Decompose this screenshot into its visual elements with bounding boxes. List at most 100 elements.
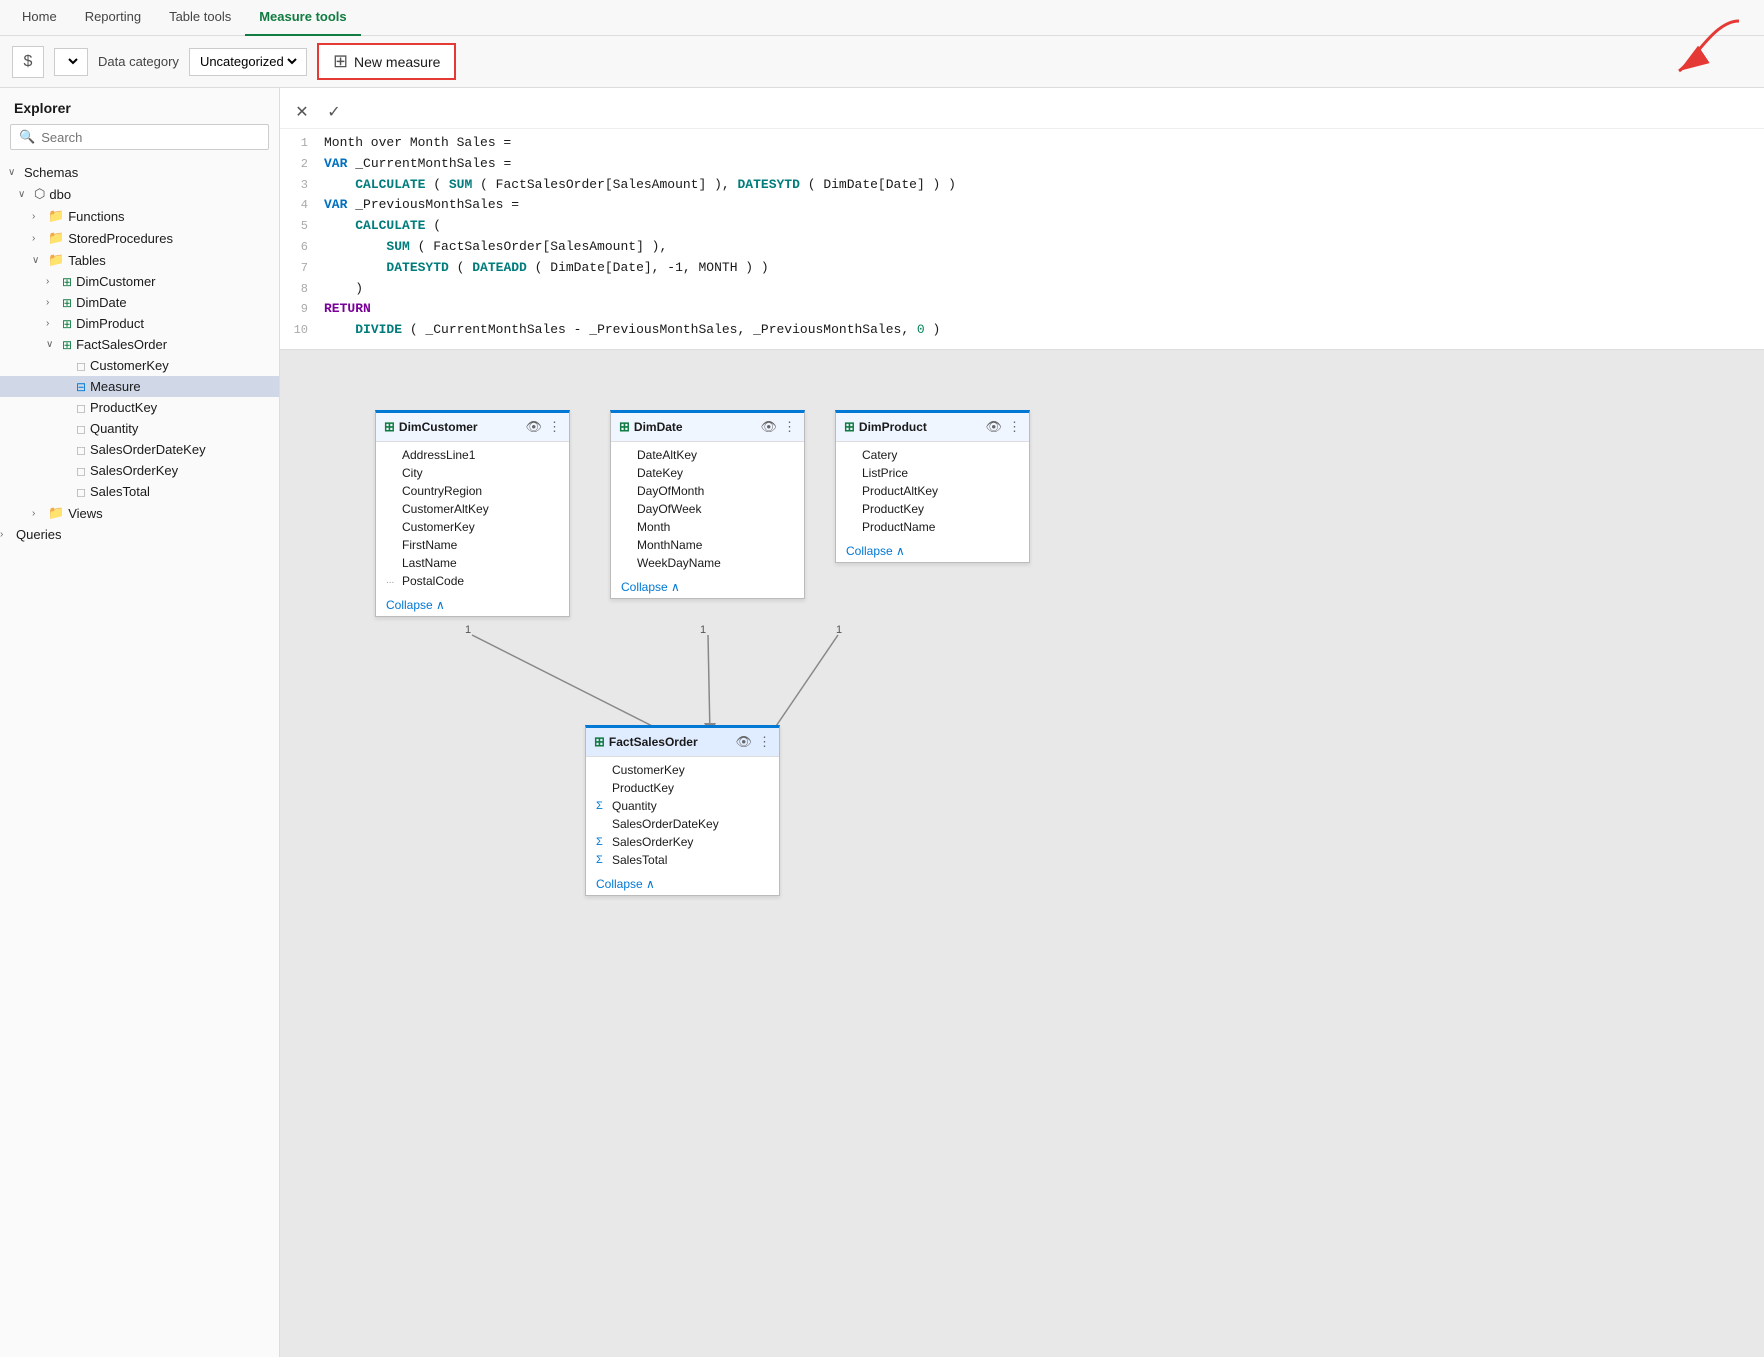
tree-item-functions[interactable]: › 📁 Functions	[0, 205, 279, 227]
dbo-label: dbo	[49, 187, 71, 202]
top-nav: Home Reporting Table tools Measure tools	[0, 0, 1764, 36]
dimdate-title: ⊞ DimDate	[619, 419, 683, 435]
more-icon[interactable]: ⋮	[783, 419, 796, 435]
code-line-3: 3 CALCULATE ( SUM ( FactSalesOrder[Sales…	[288, 175, 1756, 196]
field-icon: ◻	[76, 464, 86, 478]
new-measure-button[interactable]: ⊞ New measure	[317, 43, 456, 80]
fso-quantity: ΣQuantity	[586, 797, 779, 815]
chevron-icon: ∨	[8, 167, 20, 178]
format-select[interactable]	[61, 53, 81, 70]
tree-item-dimdate[interactable]: › ⊞ DimDate	[0, 292, 279, 313]
chevron-icon: ›	[46, 297, 58, 308]
dimproduct-actions[interactable]: 👁 ⋮	[985, 419, 1021, 435]
format-dropdown[interactable]	[54, 48, 88, 76]
dimdate-collapse[interactable]: Collapse ∧	[611, 576, 804, 598]
field-firstname: FirstName	[376, 536, 569, 554]
nav-tab-reporting[interactable]: Reporting	[71, 0, 155, 36]
confirm-btn[interactable]: ✓	[322, 100, 346, 124]
fso-salesorderkey: ΣSalesOrderKey	[586, 833, 779, 851]
main-layout: Explorer 🔍 ∨ Schemas ∨ ⬡ dbo › 📁 Functio…	[0, 88, 1764, 1357]
eye-icon[interactable]: 👁	[735, 734, 752, 750]
tree-item-salesorderdatekey[interactable]: ◻ SalesOrderDateKey	[0, 439, 279, 460]
dimproduct-body: Catery ListPrice ProductAltKey ProductKe…	[836, 442, 1029, 540]
dimproduct-header: ⊞ DimProduct 👁 ⋮	[836, 413, 1029, 442]
tree-item-factsalesorder[interactable]: ∨ ⊞ FactSalesOrder	[0, 334, 279, 355]
measure-icon: ⊟	[76, 380, 86, 394]
new-measure-label: New measure	[354, 54, 440, 70]
tree-item-tables[interactable]: ∨ 📁 Tables	[0, 249, 279, 271]
more-icon[interactable]: ⋮	[1008, 419, 1021, 435]
field-productkey: ProductKey	[836, 500, 1029, 518]
tree-item-views[interactable]: › 📁 Views	[0, 502, 279, 524]
eye-icon[interactable]: 👁	[525, 419, 542, 435]
field-customerkey: CustomerKey	[376, 518, 569, 536]
nav-tab-measure-tools[interactable]: Measure tools	[245, 0, 360, 36]
new-measure-icon: ⊞	[333, 51, 348, 72]
field-icon: ◻	[76, 359, 86, 373]
table-card-dimcustomer: ⊞ DimCustomer 👁 ⋮ AddressLine1 City Coun…	[375, 410, 570, 617]
tree-item-dimcustomer[interactable]: › ⊞ DimCustomer	[0, 271, 279, 292]
tree-item-schemas[interactable]: ∨ Schemas	[0, 162, 279, 183]
eye-icon[interactable]: 👁	[760, 419, 777, 435]
table-title-icon: ⊞	[594, 734, 605, 750]
search-input[interactable]	[41, 130, 260, 145]
search-box[interactable]: 🔍	[10, 124, 269, 150]
tree-item-dbo[interactable]: ∨ ⬡ dbo	[0, 183, 279, 205]
field-dayofmonth: DayOfMonth	[611, 482, 804, 500]
table-icon: ⊞	[62, 338, 72, 352]
folder-icon: 📁	[48, 505, 64, 521]
table-title-icon: ⊞	[844, 419, 855, 435]
dimcustomer-collapse[interactable]: Collapse ∧	[376, 594, 569, 616]
dimproduct-collapse[interactable]: Collapse ∧	[836, 540, 1029, 562]
table-icon: ⊞	[62, 317, 72, 331]
table-icon: ⊞	[62, 275, 72, 289]
fso-customerkey: CustomerKey	[586, 761, 779, 779]
close-btn[interactable]: ✕	[290, 100, 314, 124]
code-editor[interactable]: ✕ ✓ 1 Month over Month Sales = 2 VAR _Cu…	[280, 88, 1764, 350]
tree-item-measure[interactable]: ⊟ Measure	[0, 376, 279, 397]
tree-item-storedprocedures[interactable]: › 📁 StoredProcedures	[0, 227, 279, 249]
more-icon[interactable]: ⋮	[548, 419, 561, 435]
dimcustomer-title: ⊞ DimCustomer	[384, 419, 478, 435]
table-title-icon: ⊞	[619, 419, 630, 435]
field-listprice: ListPrice	[836, 464, 1029, 482]
field-datealtkey: DateAltKey	[611, 446, 804, 464]
salestotal-label: SalesTotal	[90, 484, 150, 499]
svg-text:1: 1	[836, 624, 842, 636]
tree-item-quantity[interactable]: ◻ Quantity	[0, 418, 279, 439]
data-category-dropdown[interactable]: Uncategorized	[189, 48, 307, 76]
field-postalcode: ...PostalCode	[376, 572, 569, 590]
factsalesorder-header: ⊞ FactSalesOrder 👁 ⋮	[586, 728, 779, 757]
dimcustomer-label: DimCustomer	[76, 274, 155, 289]
fso-salestotal: ΣSalesTotal	[586, 851, 779, 869]
productkey-label: ProductKey	[90, 400, 157, 415]
tables-label: Tables	[68, 253, 106, 268]
field-productname: ProductName	[836, 518, 1029, 536]
table-card-dimproduct: ⊞ DimProduct 👁 ⋮ Catery ListPrice Produc…	[835, 410, 1030, 563]
eye-icon[interactable]: 👁	[985, 419, 1002, 435]
data-category-select[interactable]: Uncategorized	[196, 53, 300, 70]
tree-item-customerkey[interactable]: ◻ CustomerKey	[0, 355, 279, 376]
format-icon-btn[interactable]: $	[12, 46, 44, 78]
more-icon[interactable]: ⋮	[758, 734, 771, 750]
tree-item-dimproduct[interactable]: › ⊞ DimProduct	[0, 313, 279, 334]
svg-text:1: 1	[465, 624, 471, 636]
dimdate-actions[interactable]: 👁 ⋮	[760, 419, 796, 435]
factsalesorder-title: ⊞ FactSalesOrder	[594, 734, 698, 750]
schemas-label: Schemas	[24, 165, 78, 180]
nav-tab-home[interactable]: Home	[8, 0, 71, 36]
factsalesorder-collapse[interactable]: Collapse ∧	[586, 873, 779, 895]
chevron-icon: ›	[32, 211, 44, 222]
dimproduct-label: DimProduct	[76, 316, 144, 331]
field-icon: ◻	[76, 422, 86, 436]
customerkey-label: CustomerKey	[90, 358, 169, 373]
tree-item-salesorderkey[interactable]: ◻ SalesOrderKey	[0, 460, 279, 481]
chevron-icon: ›	[32, 508, 44, 519]
dimcustomer-actions[interactable]: 👁 ⋮	[525, 419, 561, 435]
tree-item-salestotal[interactable]: ◻ SalesTotal	[0, 481, 279, 502]
tree-item-queries[interactable]: › Queries	[0, 524, 279, 545]
factsalesorder-actions[interactable]: 👁 ⋮	[735, 734, 771, 750]
code-line-9: 9 RETURN	[288, 299, 1756, 320]
tree-item-productkey[interactable]: ◻ ProductKey	[0, 397, 279, 418]
nav-tab-table-tools[interactable]: Table tools	[155, 0, 245, 36]
